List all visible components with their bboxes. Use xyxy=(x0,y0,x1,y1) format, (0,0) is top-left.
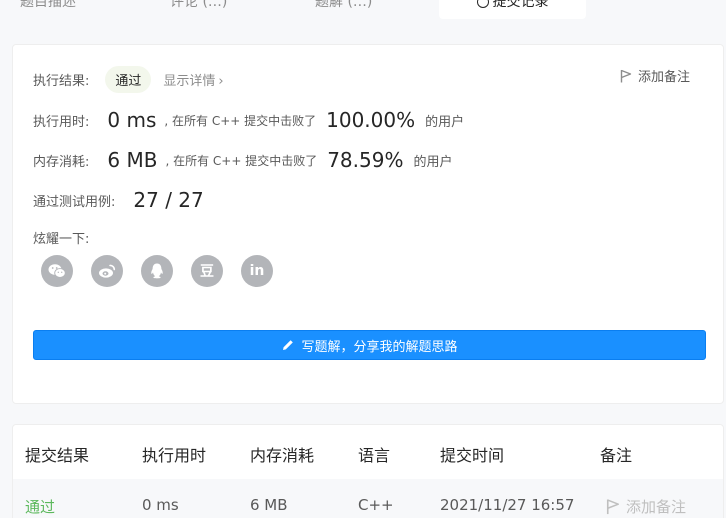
tab-submissions-label: 提交记录 xyxy=(492,0,549,10)
header-runtime: 执行用时 xyxy=(142,446,207,465)
tab-submissions[interactable]: 提交记录 xyxy=(439,0,586,19)
tab-solutions[interactable]: 题解 (…) xyxy=(315,0,372,19)
tab-strip: 题目描述 评论 (…) 题解 (…) 提交记录 xyxy=(0,0,726,20)
row-runtime: 0 ms xyxy=(142,496,179,514)
runtime-percentile: 100.00% xyxy=(326,108,416,132)
row-add-note-label: 添加备注 xyxy=(626,498,687,516)
weibo-icon[interactable] xyxy=(91,255,123,287)
add-note-label: 添加备注 xyxy=(637,70,690,85)
submissions-table: 提交结果 执行用时 内存消耗 语言 提交时间 备注 通过 0 ms 6 MB C… xyxy=(12,424,724,518)
table-row[interactable]: 通过 0 ms 6 MB C++ 2021/11/27 16:57 添加备注 xyxy=(13,479,723,518)
wechat-icon[interactable] xyxy=(41,255,73,287)
header-note: 备注 xyxy=(600,446,633,465)
status-badge: 通过 xyxy=(105,65,152,93)
memory-label: 内存消耗: xyxy=(33,154,90,170)
runtime-label: 执行用时: xyxy=(33,114,90,130)
header-language: 语言 xyxy=(358,446,391,465)
row-submit-time: 2021/11/27 16:57 xyxy=(440,496,575,514)
tests-label: 通过测试用例: xyxy=(33,194,116,210)
row-add-note-button[interactable]: 添加备注 xyxy=(606,496,686,517)
share-label: 炫耀一下: xyxy=(33,231,90,247)
tests-row: 通过测试用例: 27 / 27 xyxy=(33,186,204,214)
memory-beat-text: , 在所有 C++ 提交中击败了 xyxy=(165,153,318,168)
row-memory: 6 MB xyxy=(250,496,288,514)
tests-value: 27 / 27 xyxy=(133,188,204,212)
runtime-beat-text: , 在所有 C++ 提交中击败了 xyxy=(164,113,317,128)
pencil-icon xyxy=(283,340,294,350)
table-header: 提交结果 执行用时 内存消耗 语言 提交时间 备注 xyxy=(13,425,723,479)
status-row: 执行结果: 通过 显示详情 › xyxy=(33,65,224,93)
memory-value: 6 MB xyxy=(107,148,158,172)
row-status-link[interactable]: 通过 xyxy=(25,496,55,517)
header-submit-time: 提交时间 xyxy=(440,446,505,465)
share-icons: 豆 in xyxy=(41,255,273,287)
tab-comments[interactable]: 评论 (…) xyxy=(170,0,227,19)
douban-icon[interactable]: 豆 xyxy=(191,255,223,287)
memory-users-suffix: 的用户 xyxy=(413,154,453,170)
clock-icon xyxy=(476,0,489,8)
memory-row: 内存消耗: 6 MB , 在所有 C++ 提交中击败了 78.59% 的用户 xyxy=(33,146,452,174)
flag-icon xyxy=(620,69,632,82)
flag-icon xyxy=(606,499,620,515)
add-note-button[interactable]: 添加备注 xyxy=(620,66,690,85)
qq-icon[interactable] xyxy=(141,255,173,287)
header-status: 提交结果 xyxy=(25,446,90,465)
linkedin-icon[interactable]: in xyxy=(241,255,273,287)
memory-percentile: 78.59% xyxy=(327,148,404,172)
header-memory: 内存消耗 xyxy=(250,446,315,465)
chevron-right-icon: › xyxy=(218,73,224,89)
write-solution-label: 写题解，分享我的解题思路 xyxy=(301,339,458,355)
status-label: 执行结果: xyxy=(33,73,90,89)
share-row: 炫耀一下: xyxy=(33,223,89,251)
write-solution-button[interactable]: 写题解，分享我的解题思路 xyxy=(33,330,706,360)
runtime-users-suffix: 的用户 xyxy=(425,114,465,130)
show-details-link[interactable]: 显示详情 › xyxy=(163,70,223,89)
show-details-label: 显示详情 xyxy=(163,73,216,89)
result-card: 执行结果: 通过 显示详情 › 添加备注 执行用时: 0 ms , 在所有 C++… xyxy=(12,44,724,404)
runtime-row: 执行用时: 0 ms , 在所有 C++ 提交中击败了 100.00% 的用户 xyxy=(33,106,464,134)
runtime-value: 0 ms xyxy=(107,108,157,132)
tab-description[interactable]: 题目描述 xyxy=(20,0,76,19)
row-language: C++ xyxy=(358,496,394,514)
